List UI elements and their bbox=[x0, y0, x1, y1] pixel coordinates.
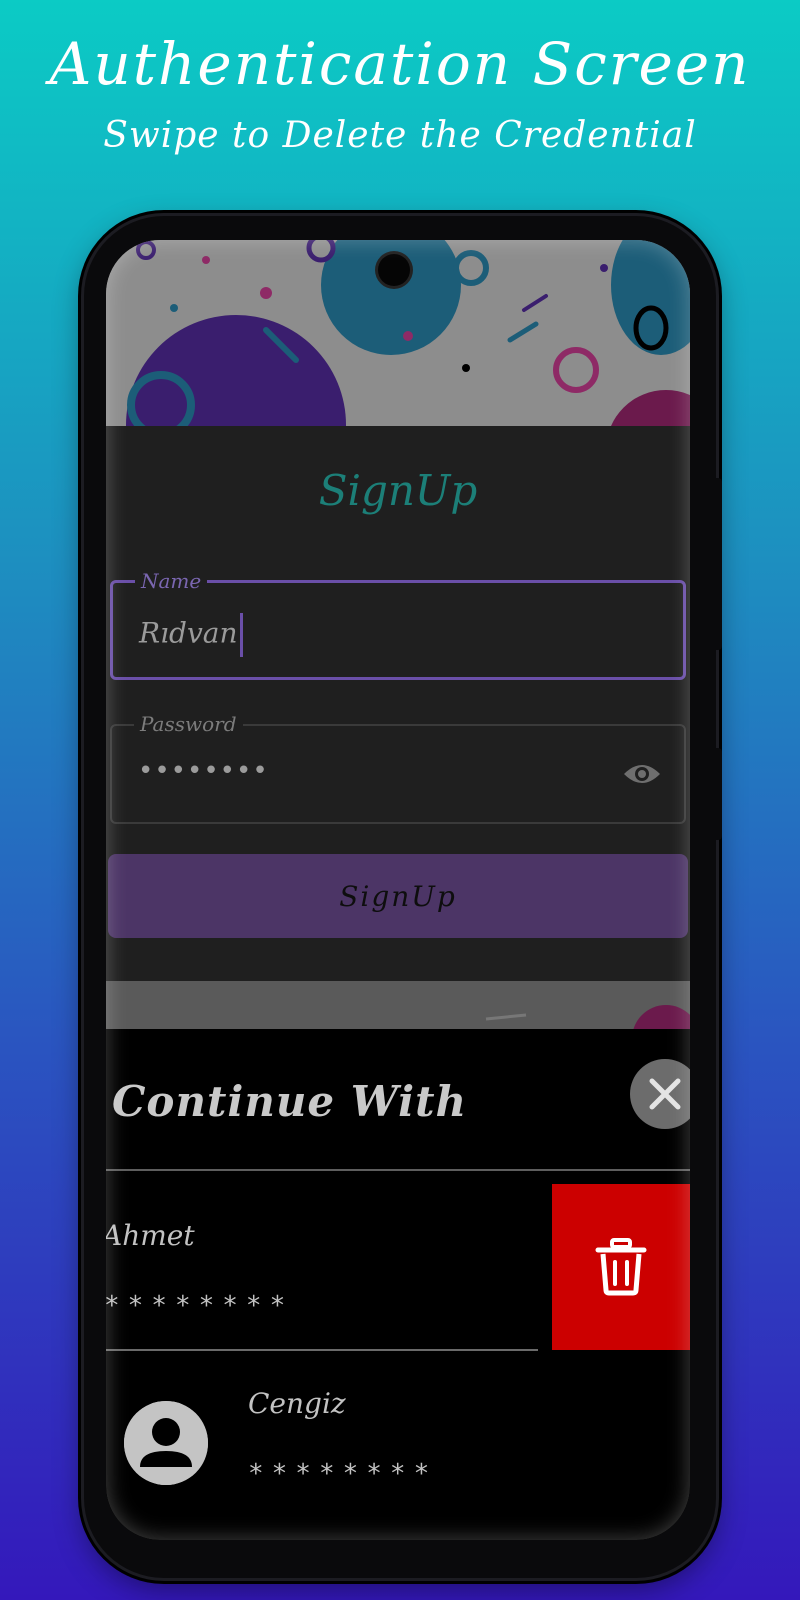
background-peek bbox=[106, 981, 690, 1029]
promo-subtitle: Swipe to Delete the Credential bbox=[103, 115, 697, 156]
close-button[interactable] bbox=[630, 1059, 690, 1129]
sheet-divider bbox=[106, 1169, 690, 1171]
phone-volume-button bbox=[714, 748, 722, 840]
phone-screen: SignUp Name Rıdvan Password •••••••• Sig… bbox=[106, 240, 690, 1540]
delete-credential-action[interactable] bbox=[552, 1184, 690, 1350]
credential-password: ******** bbox=[106, 1291, 294, 1321]
front-camera bbox=[378, 254, 410, 286]
continue-with-title: Continue With bbox=[112, 1077, 468, 1126]
password-field[interactable]: Password •••••••• bbox=[110, 712, 686, 824]
credential-password: ******** bbox=[248, 1459, 438, 1489]
name-field-value[interactable]: Rıdvan bbox=[139, 617, 238, 650]
hero-illustration bbox=[106, 240, 690, 426]
avatar bbox=[124, 1401, 208, 1485]
name-field-value-wrapper[interactable]: Rıdvan bbox=[139, 613, 243, 657]
password-field-value[interactable]: •••••••• bbox=[138, 756, 269, 786]
name-field[interactable]: Name Rıdvan bbox=[110, 569, 686, 680]
eye-icon[interactable] bbox=[622, 760, 662, 788]
name-field-label: Name bbox=[135, 569, 208, 593]
signup-button[interactable]: SignUp bbox=[108, 854, 688, 938]
person-avatar-icon bbox=[124, 1401, 208, 1485]
phone-power-button bbox=[714, 478, 722, 650]
signup-sheet: SignUp Name Rıdvan Password •••••••• Sig… bbox=[106, 426, 690, 981]
trash-icon bbox=[595, 1238, 647, 1296]
credential-name: Ahmet bbox=[106, 1219, 195, 1252]
background-peek-pattern bbox=[485, 1005, 690, 1029]
continue-with-sheet: Continue With Ahmet ******** Cengiz ****… bbox=[106, 1029, 690, 1540]
text-caret bbox=[239, 613, 243, 657]
signup-title: SignUp bbox=[318, 466, 478, 515]
credential-divider bbox=[106, 1349, 538, 1351]
close-icon bbox=[649, 1078, 681, 1110]
credential-name: Cengiz bbox=[248, 1387, 346, 1420]
promo-title: Authentication Screen bbox=[49, 30, 751, 98]
password-field-label: Password bbox=[134, 712, 243, 736]
